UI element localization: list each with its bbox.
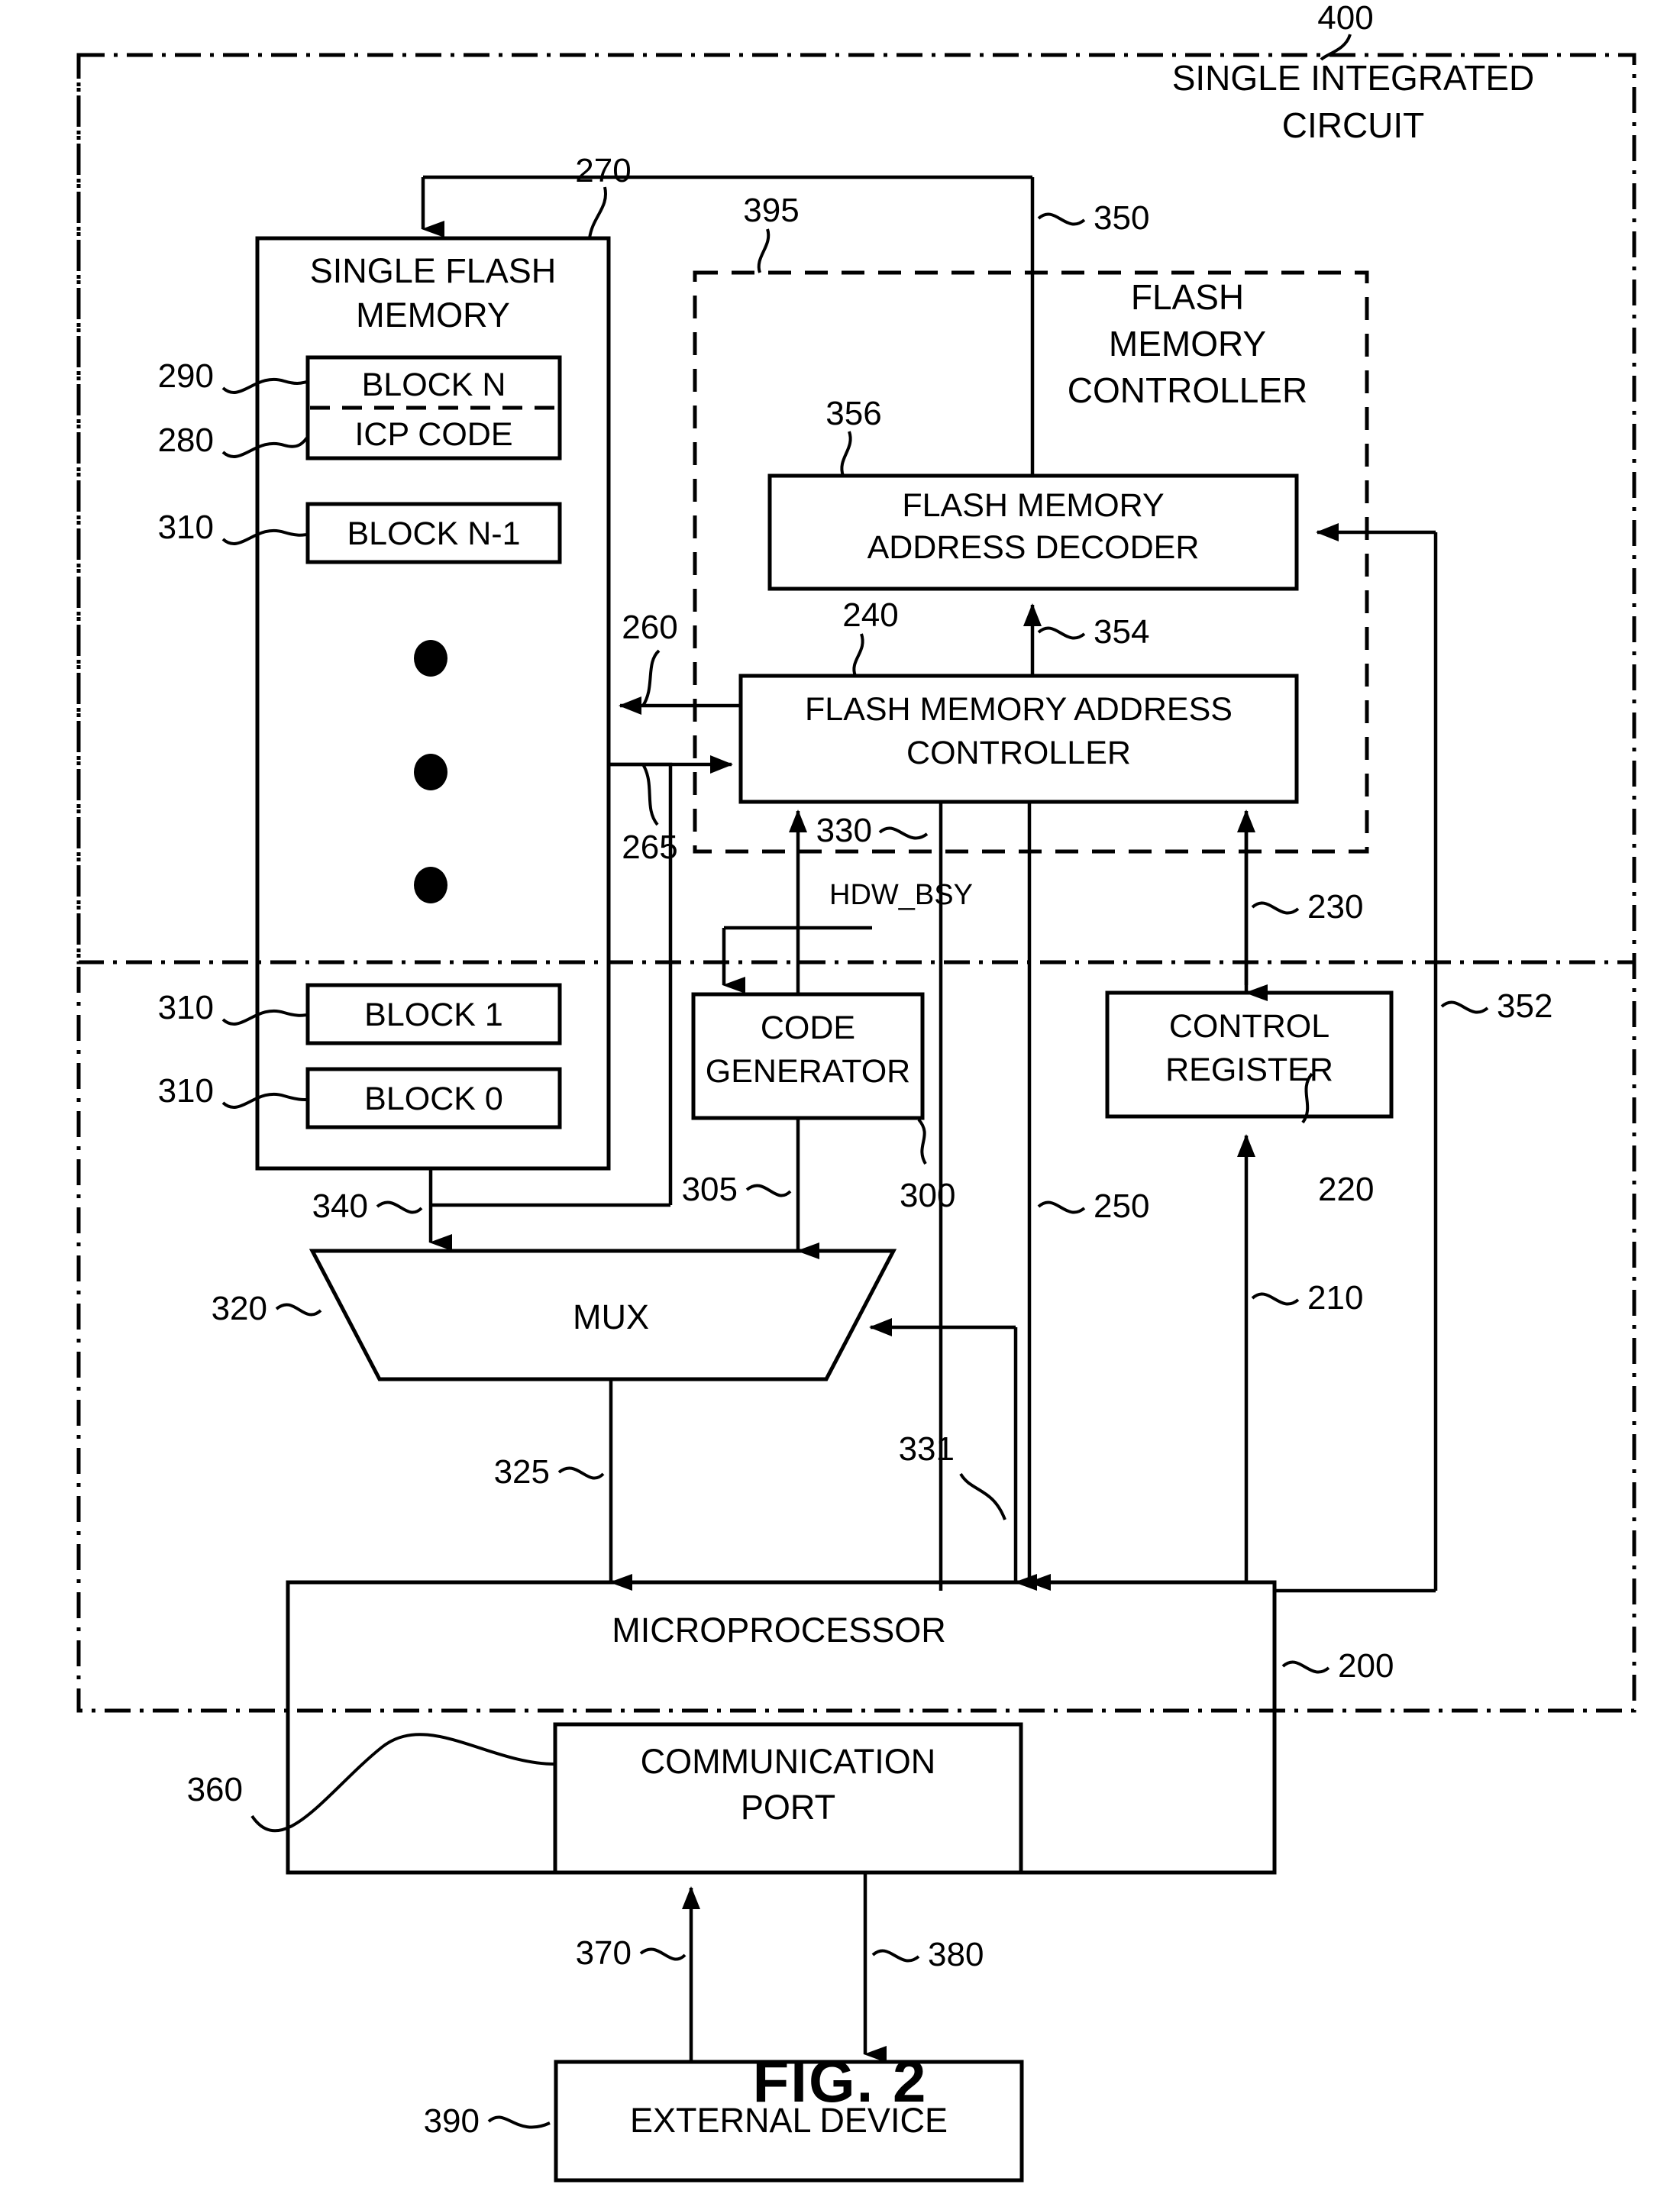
- leader-330: [878, 826, 929, 840]
- leader-320: [275, 1303, 322, 1317]
- ref-352: 352: [1497, 987, 1552, 1025]
- block-diagram-svg: 400 SINGLE INTEGRATED CIRCUIT SINGLE FLA…: [76, 0, 1636, 2183]
- leader-230: [1251, 901, 1300, 915]
- ref-325: 325: [494, 1453, 550, 1491]
- leader-250: [1037, 1200, 1086, 1214]
- leader-354: [1037, 626, 1086, 640]
- leader-200: [1281, 1660, 1330, 1674]
- fmc-label-line2: MEMORY: [1109, 324, 1266, 364]
- decoder-label-line1: FLASH MEMORY: [902, 487, 1164, 524]
- leader-390: [487, 2115, 551, 2129]
- leader-265: [641, 763, 659, 826]
- ref-370: 370: [576, 1934, 632, 1972]
- chip-title-line1: SINGLE INTEGRATED: [1172, 58, 1535, 98]
- ref-395: 395: [743, 192, 799, 229]
- microprocessor-label: MICROPROCESSOR: [612, 1611, 946, 1650]
- ref-340: 340: [312, 1187, 368, 1225]
- ref-210: 210: [1307, 1279, 1363, 1317]
- fmc-label-line3: CONTROLLER: [1068, 370, 1307, 410]
- leader-310-b: [221, 1009, 309, 1026]
- ref-310-b: 310: [158, 989, 214, 1026]
- chip-title-line2: CIRCUIT: [1282, 105, 1425, 145]
- flash-memory-label-line1: SINGLE FLASH: [310, 251, 557, 290]
- ref-354: 354: [1094, 613, 1149, 651]
- ref-350: 350: [1094, 199, 1149, 237]
- ref-250: 250: [1094, 1187, 1149, 1225]
- ref-305: 305: [682, 1171, 738, 1208]
- block-n-1-label: BLOCK N-1: [347, 515, 520, 552]
- ref-280: 280: [158, 422, 214, 459]
- block-n-label: BLOCK N: [362, 367, 506, 403]
- figure-caption: FIG. 2: [752, 2047, 928, 2115]
- addr-ctrl-label-line2: CONTROLLER: [906, 735, 1131, 771]
- comm-port-label-line1: COMMUNICATION: [641, 1742, 936, 1781]
- leader-380: [871, 1949, 920, 1963]
- ref-290: 290: [158, 357, 214, 395]
- ref-260: 260: [622, 609, 677, 646]
- ref-220: 220: [1318, 1171, 1374, 1208]
- leader-310-a: [221, 528, 309, 545]
- icp-code-label: ICP CODE: [354, 416, 512, 453]
- ref-230: 230: [1307, 888, 1363, 926]
- fmc-label-line1: FLASH: [1131, 277, 1244, 317]
- ref-200: 200: [1338, 1647, 1394, 1685]
- ref-300: 300: [900, 1177, 955, 1214]
- ref-240: 240: [842, 596, 898, 634]
- leader-352: [1440, 1000, 1489, 1014]
- leader-395: [757, 228, 771, 273]
- leader-300: [917, 1118, 927, 1165]
- ref-360: 360: [187, 1771, 243, 1808]
- ref-320: 320: [212, 1290, 267, 1327]
- addr-ctrl-label-line1: FLASH MEMORY ADDRESS: [805, 691, 1233, 728]
- mux-label: MUX: [573, 1297, 649, 1336]
- leader-270: [588, 186, 608, 239]
- leader-360: [250, 1733, 556, 1833]
- ellipsis-dot-2: [414, 754, 447, 790]
- decoder-label-line2: ADDRESS DECODER: [867, 529, 1200, 566]
- ref-310-c: 310: [158, 1072, 214, 1110]
- leader-280: [221, 435, 309, 458]
- leader-370: [639, 1947, 687, 1961]
- ref-270: 270: [575, 152, 631, 189]
- leader-260: [641, 649, 661, 707]
- leader-305: [745, 1184, 792, 1197]
- ellipsis-dot-3: [414, 867, 447, 903]
- leader-240: [852, 633, 864, 677]
- block-0-label: BLOCK 0: [364, 1081, 503, 1117]
- leader-290: [221, 377, 309, 394]
- leader-310-c: [221, 1092, 309, 1109]
- leader-350: [1037, 212, 1086, 226]
- patent-figure: 400 SINGLE INTEGRATED CIRCUIT SINGLE FLA…: [0, 0, 1680, 2194]
- ref-330: 330: [816, 812, 872, 849]
- ref-310-a: 310: [158, 509, 214, 546]
- leader-331: [959, 1472, 1006, 1520]
- control-register-label-line1: CONTROL: [1169, 1008, 1329, 1045]
- leader-356: [840, 431, 852, 477]
- ref-400: 400: [1317, 0, 1373, 37]
- ref-380: 380: [928, 1936, 984, 1973]
- figure-caption-wrap: FIG. 2: [0, 2047, 1680, 2116]
- leader-340: [376, 1200, 423, 1214]
- control-register-label-line2: REGISTER: [1165, 1052, 1333, 1088]
- leader-210: [1251, 1292, 1300, 1306]
- block-1-label: BLOCK 1: [364, 997, 503, 1033]
- code-generator-label-line1: CODE: [761, 1010, 855, 1046]
- flash-memory-label-line2: MEMORY: [356, 296, 510, 334]
- code-generator-label-line2: GENERATOR: [706, 1053, 910, 1090]
- ref-331: 331: [899, 1430, 955, 1468]
- leader-325: [557, 1466, 605, 1480]
- ref-356: 356: [825, 395, 881, 432]
- ellipsis-dot-1: [414, 640, 447, 677]
- hdw-bsy-label: HDW_BSY: [829, 879, 973, 911]
- comm-port-label-line2: PORT: [741, 1788, 835, 1827]
